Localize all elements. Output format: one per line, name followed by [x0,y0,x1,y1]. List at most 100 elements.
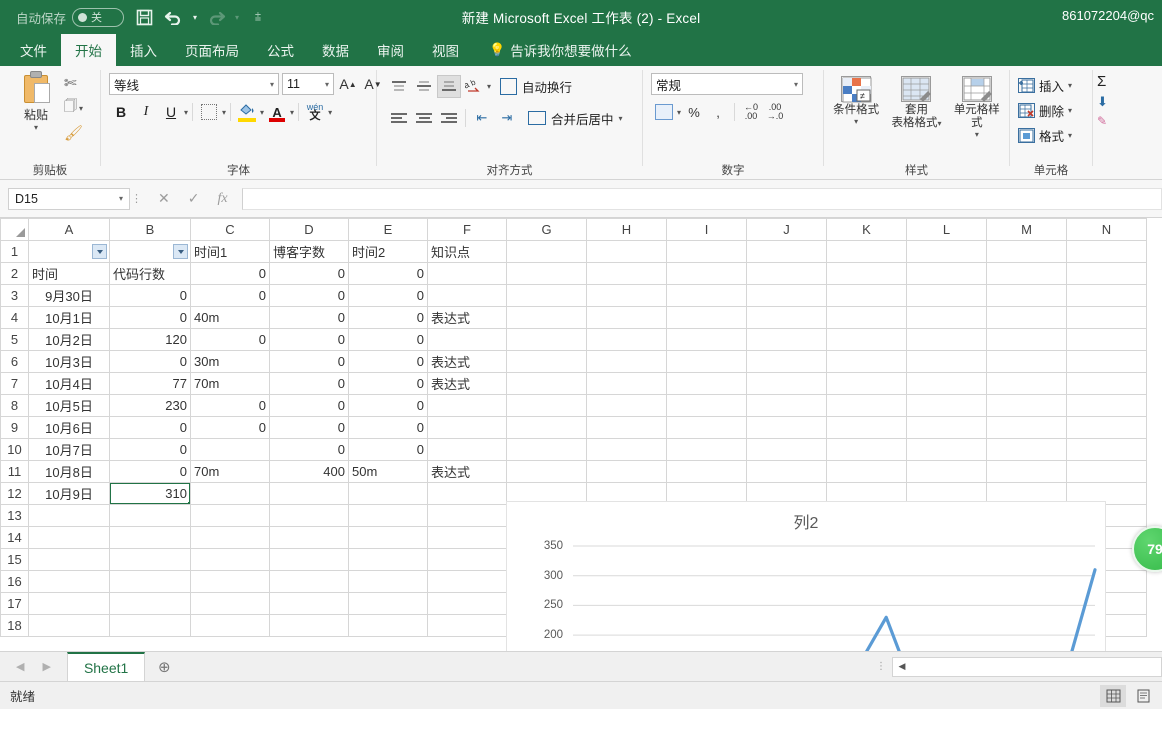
cut-button[interactable]: ✄ [64,73,83,93]
cell-J10[interactable] [746,438,827,461]
cell-C6[interactable]: 30m [190,350,270,373]
number-format-dropdown-icon[interactable]: ▾ [794,80,798,89]
cell-E15[interactable] [348,548,428,571]
cell-N7[interactable] [1066,372,1147,395]
redo-dropdown-icon[interactable]: ▾ [232,4,242,30]
cell-D1[interactable]: 博客字数 [269,240,349,263]
cell-C3[interactable]: 0 [190,284,270,307]
cell-N6[interactable] [1066,350,1147,373]
cell-L6[interactable] [906,350,987,373]
fill-handle[interactable] [188,502,190,504]
cell-F4[interactable]: 表达式 [427,306,507,329]
column-header-f[interactable]: F [427,218,507,241]
fill-icon[interactable]: ⬇ [1097,94,1108,110]
row-header-18[interactable]: 18 [0,614,29,637]
cell-E16[interactable] [348,570,428,593]
cell-A15[interactable] [28,548,110,571]
tab-home[interactable]: 开始 [61,34,116,66]
cell-B17[interactable] [109,592,191,615]
cell-I8[interactable] [666,394,747,417]
tell-me-box[interactable]: 💡 告诉我你想要做什么 [473,34,646,66]
column-header-j[interactable]: J [746,218,827,241]
cell-K3[interactable] [826,284,907,307]
cell-D2[interactable]: 0 [269,262,349,285]
italic-button[interactable]: I [134,100,158,124]
font-color-dropdown-icon[interactable]: ▾ [290,108,294,117]
cell-N1[interactable] [1066,240,1147,263]
font-size-input[interactable]: 11 ▾ [282,73,334,95]
column-header-k[interactable]: K [826,218,907,241]
merge-center-button[interactable]: 合并后居中 ▾ [520,106,623,130]
bold-button[interactable]: B [109,100,133,124]
orientation-button[interactable]: ab [462,74,486,98]
underline-button[interactable]: U [159,100,183,124]
cell-B9[interactable]: 0 [109,416,191,439]
cell-H10[interactable] [586,438,667,461]
column-header-g[interactable]: G [506,218,587,241]
cell-D12[interactable] [269,482,349,505]
cell-H9[interactable] [586,416,667,439]
cell-F2[interactable] [427,262,507,285]
cell-B7[interactable]: 77 [109,372,191,395]
tab-formulas[interactable]: 公式 [253,34,308,66]
phonetic-guide-button[interactable]: wén 文 [303,100,327,124]
tab-file[interactable]: 文件 [6,34,61,66]
cell-C10[interactable] [190,438,270,461]
cell-B15[interactable] [109,548,191,571]
cell-B8[interactable]: 230 [109,394,191,417]
cell-C2[interactable]: 0 [190,262,270,285]
insert-dropdown-icon[interactable]: ▾ [1068,82,1072,90]
cell-F7[interactable]: 表达式 [427,372,507,395]
cell-B14[interactable] [109,526,191,549]
cell-E14[interactable] [348,526,428,549]
cell-G9[interactable] [506,416,587,439]
cell-F17[interactable] [427,592,507,615]
cancel-icon[interactable]: ✕ [158,190,170,207]
cell-I6[interactable] [666,350,747,373]
cell-I2[interactable] [666,262,747,285]
row-header-13[interactable]: 13 [0,504,29,527]
cell-C18[interactable] [190,614,270,637]
fx-icon[interactable]: fx [217,191,227,207]
insert-cells-button[interactable]: 插入 ▾ [1014,73,1072,98]
row-header-3[interactable]: 3 [0,284,29,307]
cell-I3[interactable] [666,284,747,307]
cell-H3[interactable] [586,284,667,307]
cell-C13[interactable] [190,504,270,527]
cell-B6[interactable]: 0 [109,350,191,373]
cell-E4[interactable]: 0 [348,306,428,329]
orientation-dropdown-icon[interactable]: ▾ [487,82,491,91]
cell-N8[interactable] [1066,394,1147,417]
cell-D11[interactable]: 400 [269,460,349,483]
cell-A6[interactable]: 10月3日 [28,350,110,373]
cell-L7[interactable] [906,372,987,395]
cell-C17[interactable] [190,592,270,615]
cell-B4[interactable]: 0 [109,306,191,329]
autosave-switch[interactable]: 关 [72,7,125,27]
comma-style-button[interactable]: , [707,101,729,123]
cell-B18[interactable] [109,614,191,637]
copy-dropdown-icon[interactable]: ▾ [79,104,83,113]
cell-H7[interactable] [586,372,667,395]
underline-dropdown-icon[interactable]: ▾ [184,108,188,117]
accounting-format-button[interactable] [653,101,675,123]
scroll-left-icon[interactable]: ◀ [893,661,911,672]
column-header-d[interactable]: D [269,218,349,241]
borders-button[interactable] [197,100,221,124]
cell-J7[interactable] [746,372,827,395]
cell-B11[interactable]: 0 [109,460,191,483]
cell-E2[interactable]: 0 [348,262,428,285]
font-color-button[interactable]: A [265,100,289,124]
cell-L9[interactable] [906,416,987,439]
fill-color-button[interactable] [235,100,259,124]
cell-N3[interactable] [1066,284,1147,307]
cell-G2[interactable] [506,262,587,285]
align-bottom-button[interactable] [437,74,461,98]
cell-B10[interactable]: 0 [109,438,191,461]
cell-G7[interactable] [506,372,587,395]
column-header-i[interactable]: I [666,218,747,241]
row-header-1[interactable]: 1 [0,240,29,263]
account-name[interactable]: 861072204@qc [1062,8,1154,23]
cell-F10[interactable] [427,438,507,461]
cell-styles-dropdown-icon[interactable]: ▾ [975,131,979,139]
